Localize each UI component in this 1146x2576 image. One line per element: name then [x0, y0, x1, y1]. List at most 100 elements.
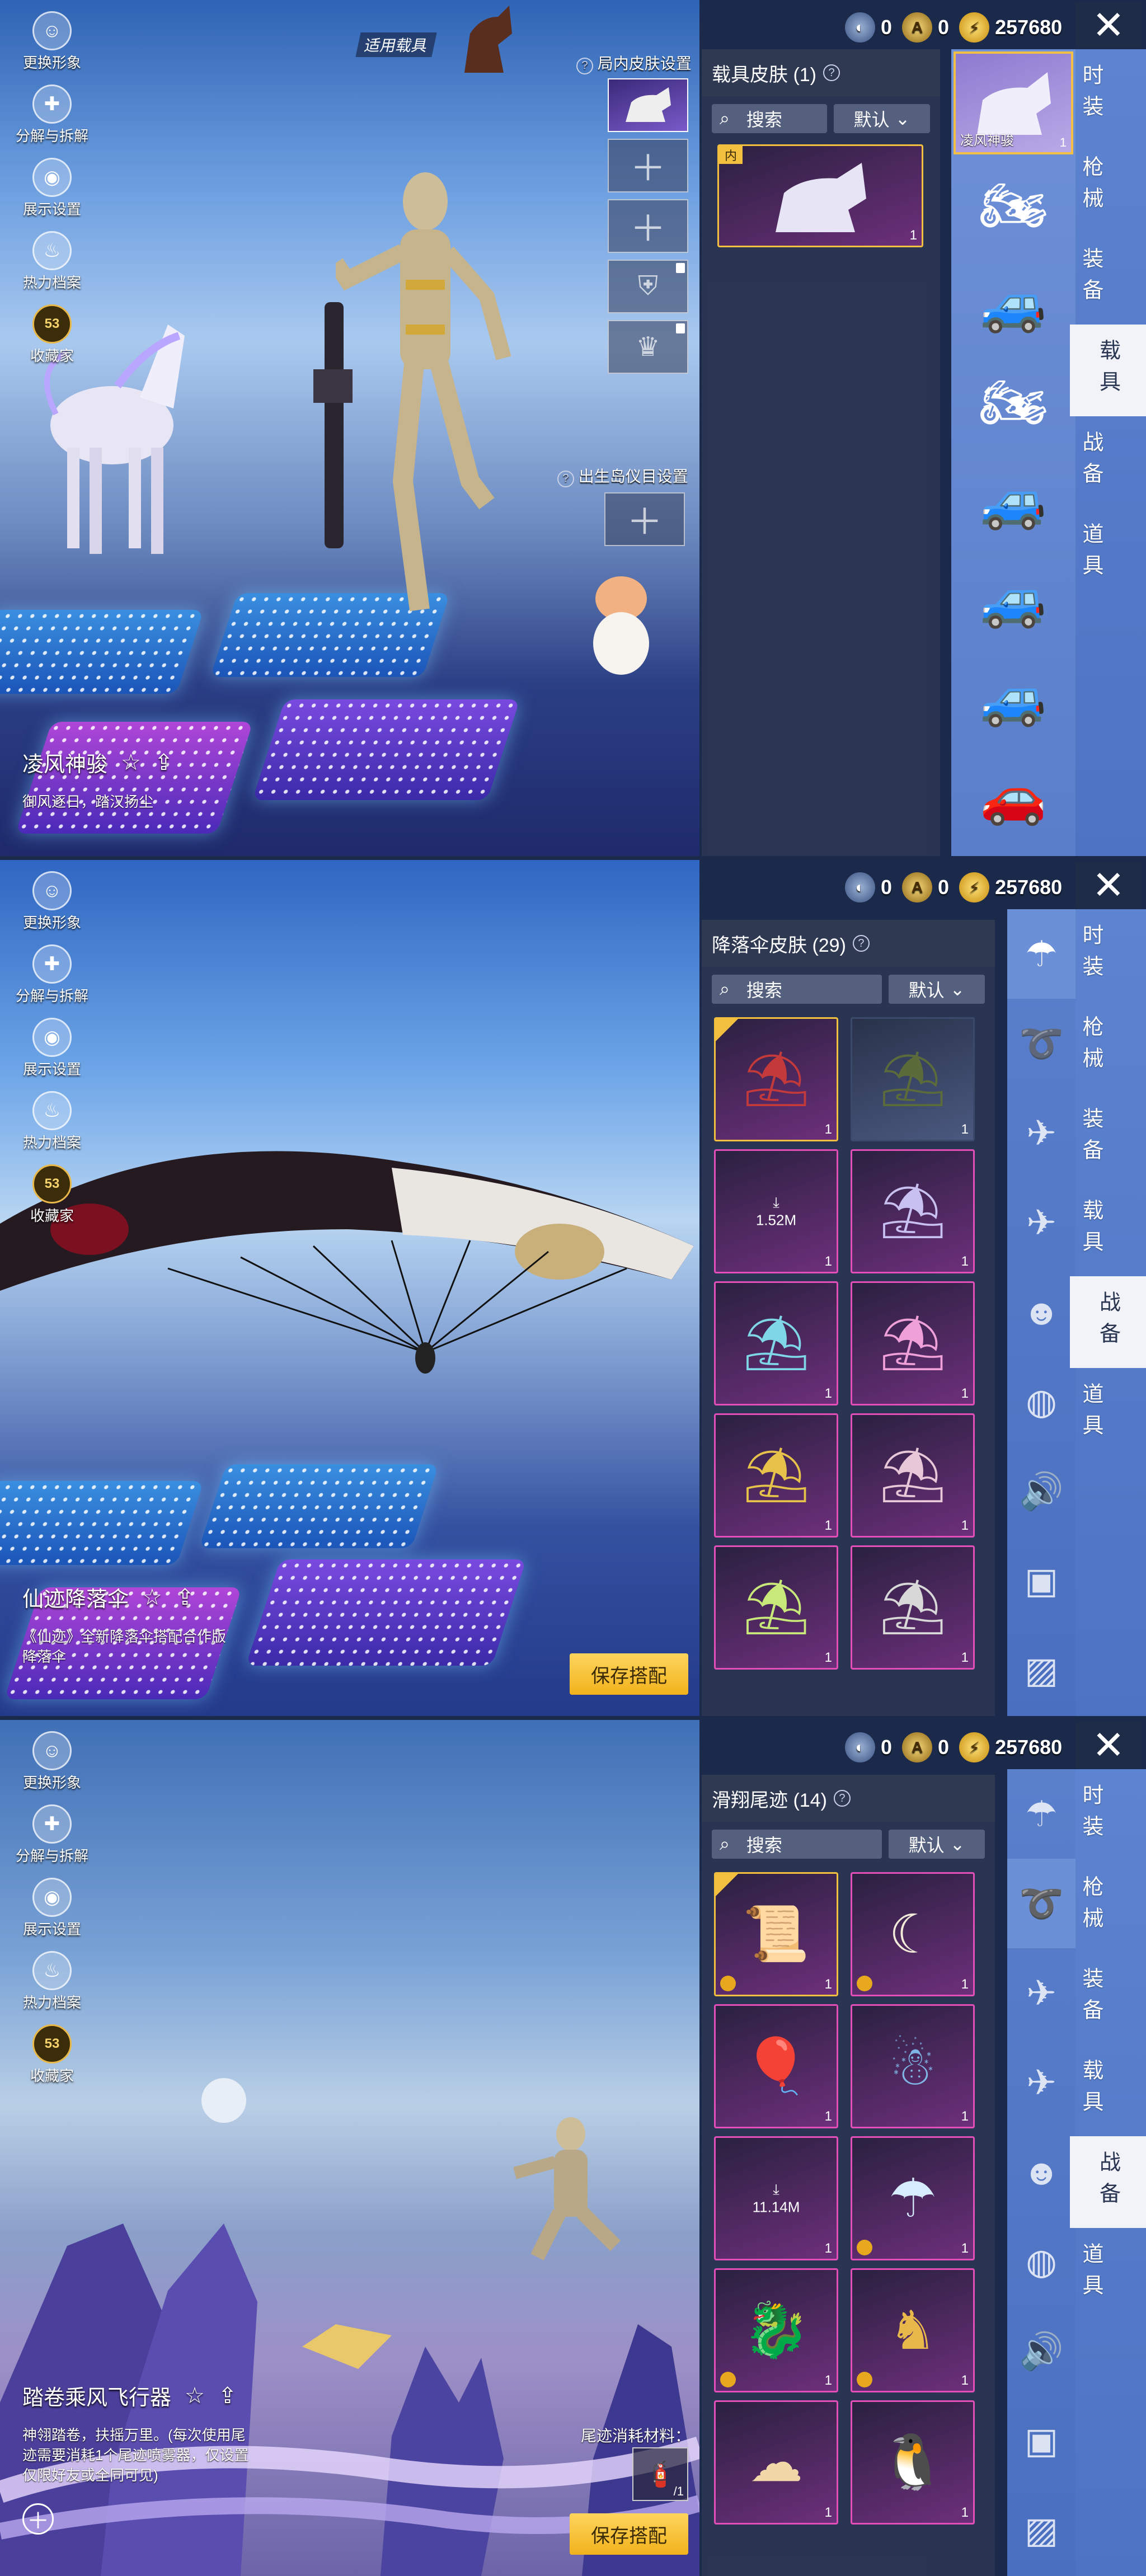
tab-weapons[interactable]: 枪械 [1075, 141, 1106, 233]
skin-card[interactable]: ⛱ 1 [714, 1281, 838, 1405]
trail-card[interactable]: ⤓ 11.14M 1 [714, 2136, 838, 2260]
tab-items[interactable]: 道具 [1075, 508, 1106, 600]
tab-weapons[interactable]: 枪械 [1075, 1001, 1106, 1093]
tab-vehicles[interactable]: 载具 [1075, 2044, 1106, 2136]
close-button[interactable]: ✕ [1075, 2, 1142, 48]
collector-button[interactable]: 53 收藏家 [16, 1164, 88, 1225]
share-icon[interactable]: ⇪ [176, 1585, 195, 1610]
tab-fashion[interactable]: 时装 [1075, 1769, 1106, 1861]
skin-card[interactable]: ⛱ 1 [714, 1017, 838, 1141]
skin-card[interactable]: ⛱ 1 [851, 1413, 975, 1538]
subtab-glide-trail[interactable]: ➰ [1007, 999, 1075, 1088]
spawn-slot[interactable]: ＋ [604, 492, 685, 546]
tab-equipment[interactable]: 装备 [1075, 1093, 1106, 1184]
subtab-airdrop[interactable]: ✈ [1007, 2038, 1075, 2127]
skin-slot-2[interactable]: ＋ [608, 139, 688, 192]
subtab-emote[interactable]: ☻ [1007, 2127, 1075, 2217]
download-indicator[interactable]: ⤓ 11.14M [753, 2181, 800, 2216]
subtab-gallery[interactable]: ▨ [1007, 2485, 1075, 2575]
skin-slot-3[interactable]: ＋ [608, 199, 688, 253]
subtab-gallery[interactable]: ▨ [1007, 1625, 1075, 1715]
sort-dropdown[interactable]: 默认 ⌄ [889, 1830, 985, 1859]
tab-items[interactable]: 道具 [1075, 2228, 1106, 2320]
skin-card[interactable]: ⛱ 1 [851, 1545, 975, 1670]
tab-fashion[interactable]: 时装 [1075, 49, 1106, 141]
subtab-companion[interactable]: ◍ [1007, 2217, 1075, 2306]
vehicle-item-motorbike-2[interactable]: 🏍 [951, 354, 1075, 452]
display-settings-button[interactable]: ◉ 展示设置 [16, 1018, 88, 1079]
collector-button[interactable]: 53 收藏家 [16, 2024, 88, 2085]
close-button[interactable]: ✕ [1075, 1722, 1142, 1768]
help-icon[interactable]: ? [833, 1790, 851, 1807]
vehicle-item-car[interactable]: 🚗 [951, 748, 1075, 846]
save-loadout-button[interactable]: 保存搭配 [570, 1653, 688, 1695]
tab-items[interactable]: 道具 [1075, 1368, 1106, 1460]
trail-card[interactable]: 🎈 1 [714, 2004, 838, 2128]
close-button[interactable]: ✕ [1075, 862, 1142, 908]
subtab-plane[interactable]: ✈ [1007, 1088, 1075, 1178]
subtab-voice[interactable]: 🔊 [1007, 2306, 1075, 2396]
subtab-parachute[interactable]: ☂ [1007, 909, 1075, 999]
tab-war-prep[interactable]: 战备 [1070, 1276, 1146, 1368]
tab-equipment[interactable]: 装备 [1075, 233, 1106, 325]
trail-card[interactable]: 🐧 1 [851, 2400, 975, 2525]
subtab-sticker[interactable]: ▣ [1007, 1536, 1075, 1625]
subtab-companion[interactable]: ◍ [1007, 1357, 1075, 1446]
heat-profile-button[interactable]: ♨ 热力档案 [16, 1091, 88, 1152]
skin-slot-1[interactable] [608, 78, 688, 132]
vehicle-item-horse[interactable]: 凌风神骏 1 [954, 51, 1073, 154]
search-input[interactable]: ⌕ 搜索 [712, 104, 827, 133]
disassemble-button[interactable]: ✚ 分解与拆解 [16, 84, 88, 145]
subtab-voice[interactable]: 🔊 [1007, 1446, 1075, 1536]
subtab-plane[interactable]: ✈ [1007, 1948, 1075, 2038]
skin-card[interactable]: ⛱ 1 [851, 1017, 975, 1141]
change-appearance-button[interactable]: ☺ 更换形象 [16, 871, 88, 932]
subtab-glide-trail[interactable]: ➰ [1007, 1859, 1075, 1948]
subtab-parachute[interactable]: ☂ [1007, 1769, 1075, 1859]
trail-card[interactable]: ☾ 1 [851, 1872, 975, 1996]
search-input[interactable]: ⌕ 搜索 [712, 1830, 882, 1859]
skin-slot-locked-1[interactable]: ⛨ [608, 260, 688, 313]
favorite-star-icon[interactable]: ☆ [142, 1585, 162, 1610]
vehicle-skin-card[interactable]: 内 1 [717, 144, 923, 247]
favorite-star-icon[interactable]: ☆ [121, 750, 141, 775]
save-loadout-button[interactable]: 保存搭配 [570, 2513, 688, 2555]
trail-material-slot[interactable]: 🧯 /1 [632, 2447, 688, 2501]
tab-vehicles[interactable]: 载具 [1075, 1184, 1106, 1276]
display-settings-button[interactable]: ◉ 展示设置 [16, 1878, 88, 1939]
heat-profile-button[interactable]: ♨ 热力档案 [16, 231, 88, 292]
sort-dropdown[interactable]: 默认 ⌄ [834, 104, 930, 133]
tab-equipment[interactable]: 装备 [1075, 1953, 1106, 2044]
tab-war-prep[interactable]: 战备 [1075, 416, 1106, 508]
skin-card[interactable]: ⛱ 1 [851, 1281, 975, 1405]
subtab-airdrop[interactable]: ✈ [1007, 1178, 1075, 1267]
skin-card[interactable]: ⛱ 1 [714, 1413, 838, 1538]
vehicle-item-buggy[interactable]: 🚙 [951, 255, 1075, 354]
in-game-skin-settings-label[interactable]: ? 局内皮肤设置 [576, 51, 692, 74]
tab-weapons[interactable]: 枪械 [1075, 1861, 1106, 1953]
skin-card[interactable]: ⛱ 1 [714, 1545, 838, 1670]
help-icon[interactable]: ? [852, 935, 870, 952]
disassemble-button[interactable]: ✚ 分解与拆解 [16, 944, 88, 1005]
skin-slot-locked-2[interactable]: ♛ [608, 320, 688, 374]
sort-dropdown[interactable]: 默认 ⌄ [889, 975, 985, 1004]
subtab-emote[interactable]: ☻ [1007, 1267, 1075, 1357]
vehicle-item-motorbike[interactable]: 🏍 [951, 157, 1075, 255]
skin-card[interactable]: ⛱ 1 [851, 1149, 975, 1273]
download-indicator[interactable]: ⤓ 1.52M [756, 1194, 796, 1229]
vehicle-item-jeep-2[interactable]: 🚙 [951, 551, 1075, 649]
search-input[interactable]: ⌕ 搜索 [712, 975, 882, 1004]
trail-card[interactable]: ☂ 1 [851, 2136, 975, 2260]
display-settings-button[interactable]: ◉ 展示设置 [16, 158, 88, 219]
trail-card[interactable]: 📜 1 [714, 1872, 838, 1996]
subtab-sticker[interactable]: ▣ [1007, 2396, 1075, 2485]
add-circle-button[interactable]: ＋ [22, 2503, 54, 2535]
skin-card[interactable]: ⤓ 1.52M 1 [714, 1149, 838, 1273]
trail-card[interactable]: ♞ 1 [851, 2268, 975, 2392]
vehicle-item-jeep-3[interactable]: 🚙 [951, 649, 1075, 748]
change-appearance-button[interactable]: ☺ 更换形象 [16, 11, 88, 72]
trail-card[interactable]: 🐉 1 [714, 2268, 838, 2392]
tab-fashion[interactable]: 时装 [1075, 909, 1106, 1001]
vehicle-item-jeep[interactable]: 🚙 [951, 452, 1075, 551]
disassemble-button[interactable]: ✚ 分解与拆解 [16, 1804, 88, 1865]
